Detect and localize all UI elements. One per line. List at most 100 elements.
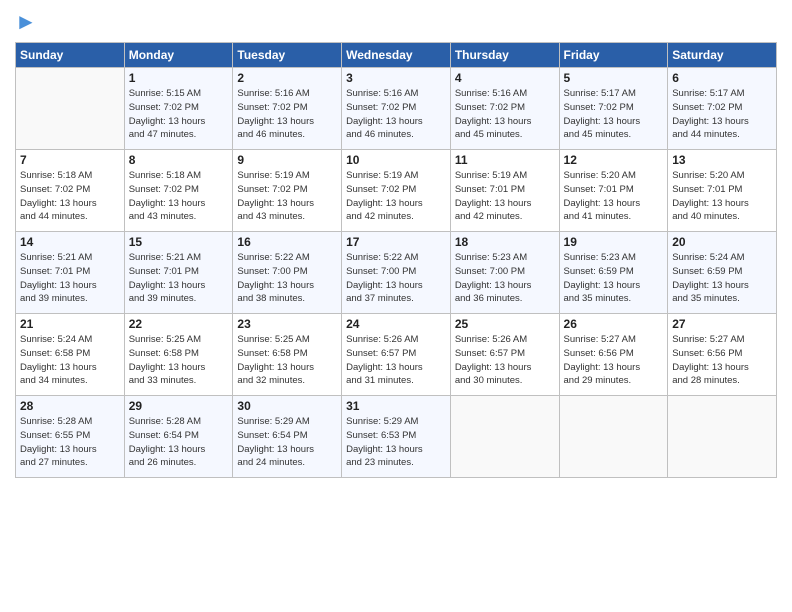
calendar-cell: 3 Sunrise: 5:16 AM Sunset: 7:02 PM Daylig… bbox=[342, 68, 451, 150]
day-info: Sunrise: 5:19 AM Sunset: 7:01 PM Dayligh… bbox=[455, 169, 555, 224]
day-number: 5 bbox=[564, 71, 664, 85]
calendar-cell: 27 Sunrise: 5:27 AM Sunset: 6:56 PM Dayli… bbox=[668, 314, 777, 396]
calendar-cell: 1 Sunrise: 5:15 AM Sunset: 7:02 PM Daylig… bbox=[124, 68, 233, 150]
day-number: 29 bbox=[129, 399, 229, 413]
calendar-cell: 12 Sunrise: 5:20 AM Sunset: 7:01 PM Dayli… bbox=[559, 150, 668, 232]
day-info: Sunrise: 5:23 AM Sunset: 6:59 PM Dayligh… bbox=[564, 251, 664, 306]
day-number: 11 bbox=[455, 153, 555, 167]
day-info: Sunrise: 5:16 AM Sunset: 7:02 PM Dayligh… bbox=[346, 87, 446, 142]
calendar-week-row: 7 Sunrise: 5:18 AM Sunset: 7:02 PM Daylig… bbox=[16, 150, 777, 232]
day-info: Sunrise: 5:18 AM Sunset: 7:02 PM Dayligh… bbox=[20, 169, 120, 224]
day-info: Sunrise: 5:16 AM Sunset: 7:02 PM Dayligh… bbox=[237, 87, 337, 142]
day-number: 17 bbox=[346, 235, 446, 249]
calendar-cell bbox=[559, 396, 668, 478]
weekday-header-sunday: Sunday bbox=[16, 43, 125, 68]
day-info: Sunrise: 5:17 AM Sunset: 7:02 PM Dayligh… bbox=[672, 87, 772, 142]
day-info: Sunrise: 5:28 AM Sunset: 6:54 PM Dayligh… bbox=[129, 415, 229, 470]
day-number: 6 bbox=[672, 71, 772, 85]
weekday-header-wednesday: Wednesday bbox=[342, 43, 451, 68]
calendar-cell: 30 Sunrise: 5:29 AM Sunset: 6:54 PM Dayli… bbox=[233, 396, 342, 478]
calendar-cell: 17 Sunrise: 5:22 AM Sunset: 7:00 PM Dayli… bbox=[342, 232, 451, 314]
calendar-cell: 2 Sunrise: 5:16 AM Sunset: 7:02 PM Daylig… bbox=[233, 68, 342, 150]
day-number: 4 bbox=[455, 71, 555, 85]
weekday-header-friday: Friday bbox=[559, 43, 668, 68]
calendar-cell: 25 Sunrise: 5:26 AM Sunset: 6:57 PM Dayli… bbox=[450, 314, 559, 396]
calendar-page: ► SundayMondayTuesdayWednesdayThursdayFr… bbox=[0, 0, 792, 612]
day-info: Sunrise: 5:16 AM Sunset: 7:02 PM Dayligh… bbox=[455, 87, 555, 142]
day-info: Sunrise: 5:25 AM Sunset: 6:58 PM Dayligh… bbox=[129, 333, 229, 388]
calendar-cell: 13 Sunrise: 5:20 AM Sunset: 7:01 PM Dayli… bbox=[668, 150, 777, 232]
calendar-cell: 8Sunrise: 5:18 AM Sunset: 7:02 PM Daylig… bbox=[124, 150, 233, 232]
day-number: 25 bbox=[455, 317, 555, 331]
calendar-cell: 6 Sunrise: 5:17 AM Sunset: 7:02 PM Daylig… bbox=[668, 68, 777, 150]
calendar-cell: 24Sunrise: 5:26 AM Sunset: 6:57 PM Dayli… bbox=[342, 314, 451, 396]
day-info: Sunrise: 5:19 AM Sunset: 7:02 PM Dayligh… bbox=[237, 169, 337, 224]
day-info: Sunrise: 5:26 AM Sunset: 6:57 PM Dayligh… bbox=[346, 333, 446, 388]
day-number: 16 bbox=[237, 235, 337, 249]
day-number: 23 bbox=[237, 317, 337, 331]
day-info: Sunrise: 5:24 AM Sunset: 6:58 PM Dayligh… bbox=[20, 333, 120, 388]
day-info: Sunrise: 5:27 AM Sunset: 6:56 PM Dayligh… bbox=[564, 333, 664, 388]
calendar-cell: 15 Sunrise: 5:21 AM Sunset: 7:01 PM Dayli… bbox=[124, 232, 233, 314]
day-info: Sunrise: 5:17 AM Sunset: 7:02 PM Dayligh… bbox=[564, 87, 664, 142]
weekday-header-row: SundayMondayTuesdayWednesdayThursdayFrid… bbox=[16, 43, 777, 68]
logo: ► bbox=[15, 10, 37, 34]
day-number: 1 bbox=[129, 71, 229, 85]
day-info: Sunrise: 5:29 AM Sunset: 6:53 PM Dayligh… bbox=[346, 415, 446, 470]
calendar-cell: 18Sunrise: 5:23 AM Sunset: 7:00 PM Dayli… bbox=[450, 232, 559, 314]
logo-text: ► bbox=[15, 10, 37, 34]
day-info: Sunrise: 5:28 AM Sunset: 6:55 PM Dayligh… bbox=[20, 415, 120, 470]
day-info: Sunrise: 5:20 AM Sunset: 7:01 PM Dayligh… bbox=[672, 169, 772, 224]
day-number: 31 bbox=[346, 399, 446, 413]
weekday-header-thursday: Thursday bbox=[450, 43, 559, 68]
calendar-table: SundayMondayTuesdayWednesdayThursdayFrid… bbox=[15, 42, 777, 478]
day-info: Sunrise: 5:18 AM Sunset: 7:02 PM Dayligh… bbox=[129, 169, 229, 224]
calendar-cell: 31 Sunrise: 5:29 AM Sunset: 6:53 PM Dayli… bbox=[342, 396, 451, 478]
calendar-cell: 26Sunrise: 5:27 AM Sunset: 6:56 PM Dayli… bbox=[559, 314, 668, 396]
calendar-cell: 28 Sunrise: 5:28 AM Sunset: 6:55 PM Dayli… bbox=[16, 396, 125, 478]
calendar-cell bbox=[668, 396, 777, 478]
day-info: Sunrise: 5:19 AM Sunset: 7:02 PM Dayligh… bbox=[346, 169, 446, 224]
day-number: 12 bbox=[564, 153, 664, 167]
calendar-cell: 29 Sunrise: 5:28 AM Sunset: 6:54 PM Dayli… bbox=[124, 396, 233, 478]
day-info: Sunrise: 5:15 AM Sunset: 7:02 PM Dayligh… bbox=[129, 87, 229, 142]
calendar-cell: 14Sunrise: 5:21 AM Sunset: 7:01 PM Dayli… bbox=[16, 232, 125, 314]
day-info: Sunrise: 5:21 AM Sunset: 7:01 PM Dayligh… bbox=[129, 251, 229, 306]
day-info: Sunrise: 5:22 AM Sunset: 7:00 PM Dayligh… bbox=[237, 251, 337, 306]
day-number: 30 bbox=[237, 399, 337, 413]
day-number: 7 bbox=[20, 153, 120, 167]
day-number: 10 bbox=[346, 153, 446, 167]
weekday-header-saturday: Saturday bbox=[668, 43, 777, 68]
calendar-cell: 7 Sunrise: 5:18 AM Sunset: 7:02 PM Daylig… bbox=[16, 150, 125, 232]
calendar-cell bbox=[16, 68, 125, 150]
calendar-cell: 9 Sunrise: 5:19 AM Sunset: 7:02 PM Daylig… bbox=[233, 150, 342, 232]
calendar-cell: 5 Sunrise: 5:17 AM Sunset: 7:02 PM Daylig… bbox=[559, 68, 668, 150]
day-number: 2 bbox=[237, 71, 337, 85]
calendar-cell: 23Sunrise: 5:25 AM Sunset: 6:58 PM Dayli… bbox=[233, 314, 342, 396]
day-number: 27 bbox=[672, 317, 772, 331]
day-info: Sunrise: 5:23 AM Sunset: 7:00 PM Dayligh… bbox=[455, 251, 555, 306]
calendar-cell: 19 Sunrise: 5:23 AM Sunset: 6:59 PM Dayli… bbox=[559, 232, 668, 314]
calendar-cell: 22Sunrise: 5:25 AM Sunset: 6:58 PM Dayli… bbox=[124, 314, 233, 396]
day-number: 14 bbox=[20, 235, 120, 249]
calendar-cell: 16 Sunrise: 5:22 AM Sunset: 7:00 PM Dayli… bbox=[233, 232, 342, 314]
day-number: 21 bbox=[20, 317, 120, 331]
calendar-week-row: 28 Sunrise: 5:28 AM Sunset: 6:55 PM Dayli… bbox=[16, 396, 777, 478]
calendar-week-row: 21 Sunrise: 5:24 AM Sunset: 6:58 PM Dayli… bbox=[16, 314, 777, 396]
day-info: Sunrise: 5:20 AM Sunset: 7:01 PM Dayligh… bbox=[564, 169, 664, 224]
day-number: 13 bbox=[672, 153, 772, 167]
day-info: Sunrise: 5:29 AM Sunset: 6:54 PM Dayligh… bbox=[237, 415, 337, 470]
calendar-cell: 20Sunrise: 5:24 AM Sunset: 6:59 PM Dayli… bbox=[668, 232, 777, 314]
day-number: 9 bbox=[237, 153, 337, 167]
calendar-cell: 21 Sunrise: 5:24 AM Sunset: 6:58 PM Dayli… bbox=[16, 314, 125, 396]
day-info: Sunrise: 5:26 AM Sunset: 6:57 PM Dayligh… bbox=[455, 333, 555, 388]
day-number: 19 bbox=[564, 235, 664, 249]
day-number: 28 bbox=[20, 399, 120, 413]
weekday-header-monday: Monday bbox=[124, 43, 233, 68]
day-number: 3 bbox=[346, 71, 446, 85]
day-number: 20 bbox=[672, 235, 772, 249]
day-info: Sunrise: 5:22 AM Sunset: 7:00 PM Dayligh… bbox=[346, 251, 446, 306]
calendar-cell: 10 Sunrise: 5:19 AM Sunset: 7:02 PM Dayli… bbox=[342, 150, 451, 232]
day-info: Sunrise: 5:27 AM Sunset: 6:56 PM Dayligh… bbox=[672, 333, 772, 388]
day-number: 15 bbox=[129, 235, 229, 249]
